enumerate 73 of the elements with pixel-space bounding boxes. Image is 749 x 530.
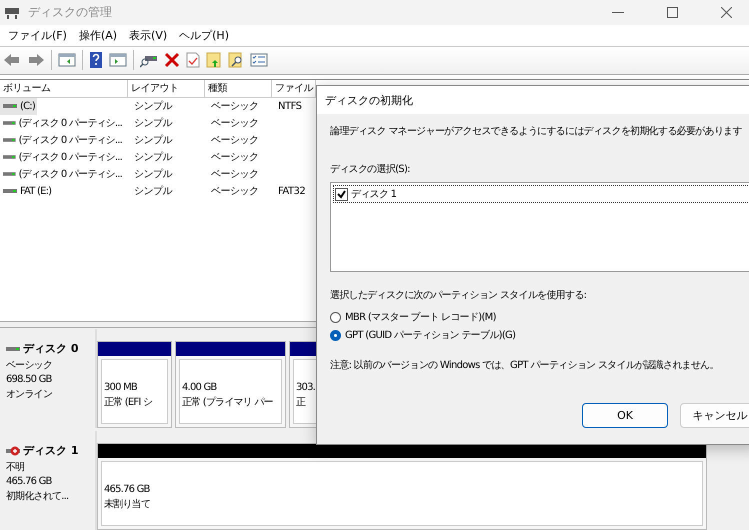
table-cell-text: ベーシック: [210, 151, 258, 164]
table-cell-text: ベーシック: [210, 185, 258, 198]
partition-block[interactable]: 300 MB 正常 (EFI シ: [97, 341, 172, 428]
table-cell-text: シンプル: [133, 150, 172, 164]
table-cell-text: シンプル: [133, 116, 172, 130]
delete-icon[interactable]: [164, 52, 180, 68]
volume-cell[interactable]: (C:): [0, 98, 37, 115]
disk-list-label: ディスクの選択(S):: [330, 163, 411, 176]
checklist-icon[interactable]: [250, 52, 268, 68]
disk-name: ディスク 0: [6, 341, 95, 356]
disk-size: 698.50 GB: [6, 374, 53, 385]
volume-cell[interactable]: FAT (E:): [0, 182, 54, 200]
disk-type: 不明: [6, 461, 26, 474]
checkbox[interactable]: [335, 188, 348, 200]
partition-size: 303.: [296, 382, 316, 393]
partition-size: 300 MB: [104, 382, 138, 393]
ok-button[interactable]: OK: [582, 403, 668, 428]
partition-block[interactable]: 465.76 GB 未割り当て: [97, 443, 707, 530]
table-cell-text: NTFS: [277, 100, 302, 112]
column-header[interactable]: レイアウト: [128, 80, 205, 97]
partition-status: 正常 (プライマリ パー: [182, 396, 274, 409]
volume-cell[interactable]: (ディスク 0 パーティシ...: [0, 114, 124, 132]
volume-cell[interactable]: (ディスク 0 パーティシ...: [0, 148, 124, 166]
partition-style-label: 選択したディスクに次のパーティション スタイルを使用する:: [330, 289, 588, 302]
menu-item[interactable]: ヘルプ(H): [173, 28, 235, 43]
disk-management-icon: [4, 6, 20, 20]
panel-icon[interactable]: [109, 52, 127, 68]
partition-size: 4.00 GB: [182, 382, 218, 393]
folder-up-icon[interactable]: [206, 52, 222, 68]
volume-cell[interactable]: (ディスク 0 パーティシ...: [0, 132, 124, 149]
table-cell-text: シンプル: [133, 134, 172, 148]
partition-style-option[interactable]: GPT (GUID パーティション テーブル)(G): [330, 326, 749, 344]
minimize-icon: [612, 12, 624, 14]
disk-size: 465.76 GB: [6, 476, 53, 487]
disk-type: ベーシック: [6, 359, 54, 372]
disk-name: ディスク 1: [6, 443, 95, 458]
dialog-title: ディスクの初期化: [317, 86, 749, 114]
properties-icon[interactable]: [186, 52, 200, 68]
close-icon: [720, 7, 732, 18]
help-icon[interactable]: [89, 52, 103, 68]
table-cell-text: シンプル: [133, 168, 172, 182]
window-title: ディスクの管理: [28, 4, 113, 21]
disk-status: オンライン: [6, 388, 54, 401]
table-cell-text: FAT32: [277, 186, 306, 197]
disk-error-icon: [6, 446, 20, 456]
back-arrow-icon[interactable]: [3, 52, 21, 68]
partition-status: 正: [296, 396, 307, 409]
forward-arrow-icon[interactable]: [27, 52, 45, 68]
partition-style-option[interactable]: MBR (マスター ブート レコード)(M): [330, 308, 749, 326]
maximize-icon: [666, 7, 678, 18]
menu-item[interactable]: 表示(V): [123, 28, 174, 43]
table-cell-text: シンプル: [133, 100, 172, 114]
cancel-button[interactable]: キャンセル: [680, 403, 749, 428]
volume-cell[interactable]: (ディスク 0 パーティシ...: [0, 166, 124, 183]
column-header[interactable]: ボリューム: [0, 80, 128, 97]
partition-block[interactable]: 4.00 GB 正常 (プライマリ パー: [175, 341, 286, 428]
table-cell-text: シンプル: [133, 184, 172, 198]
table-cell-text: ベーシック: [210, 134, 258, 148]
disk-list-item[interactable]: ディスク 1: [333, 185, 749, 203]
table-cell-text: ベーシック: [210, 168, 258, 182]
menu-item[interactable]: ファイル(F): [2, 28, 73, 43]
panel-icon[interactable]: [58, 52, 76, 68]
partition-status: 正常 (EFI シ: [104, 396, 154, 409]
menu-item[interactable]: 操作(A): [72, 28, 124, 43]
dialog-message: 論理ディスク マネージャーがアクセスできるようにするにはディスクを初期化する必要があります: [330, 124, 743, 138]
column-header[interactable]: 種類: [205, 80, 272, 97]
search-icon[interactable]: [228, 52, 244, 68]
partition-status: 未割り当て: [104, 498, 152, 511]
table-cell-text: ベーシック: [210, 100, 258, 114]
table-cell-text: ベーシック: [210, 117, 258, 130]
dialog-note: 注意: 以前のバージョンの Windows では、GPT パーティション スタイルが認識されません。: [330, 358, 720, 372]
disk-status: 初期化されて...: [6, 490, 70, 503]
partition-size: 465.76 GB: [104, 484, 151, 495]
